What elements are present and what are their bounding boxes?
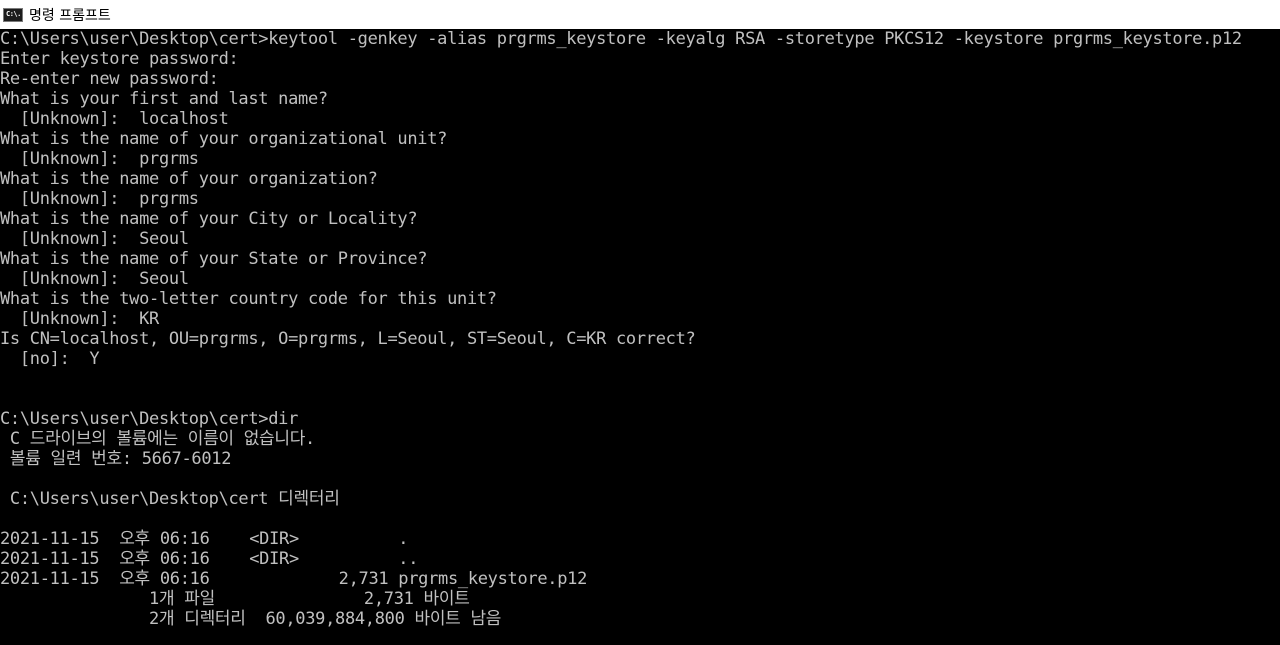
- console-line: What is the name of your organization?: [0, 169, 378, 189]
- console-line: What is the name of your organizational …: [0, 129, 448, 149]
- console-line: C:\Users\user\Desktop\cert>keytool -genk…: [0, 29, 1242, 49]
- console-output[interactable]: C:\Users\user\Desktop\cert>keytool -genk…: [0, 29, 1280, 645]
- console-line: Re-enter new password:: [0, 69, 219, 89]
- console-line: What is the name of your City or Localit…: [0, 209, 418, 229]
- console-line: Enter keystore password:: [0, 49, 239, 69]
- console-line: 2021-11-15 오후 06:16 2,731 prgrms_keystor…: [0, 569, 588, 589]
- console-line: [Unknown]: Seoul: [0, 269, 189, 289]
- console-line: [Unknown]: localhost: [0, 109, 229, 129]
- console-line: 2개 디렉터리 60,039,884,800 바이트 남음: [0, 609, 502, 629]
- console-line: [Unknown]: Seoul: [0, 229, 189, 249]
- console-line: C:\Users\user\Desktop\cert>dir: [0, 409, 299, 429]
- window-title: 명령 프롬프트: [29, 7, 111, 24]
- console-line: What is your first and last name?: [0, 89, 328, 109]
- console-line: C 드라이브의 볼륨에는 이름이 없습니다.: [0, 429, 315, 449]
- console-line: Is CN=localhost, OU=prgrms, O=prgrms, L=…: [0, 329, 696, 349]
- console-line: 볼륨 일련 번호: 5667-6012: [0, 449, 232, 469]
- console-line: 2021-11-15 오후 06:16 <DIR> ..: [0, 549, 419, 569]
- console-line: [no]: Y: [0, 349, 100, 369]
- console-line: [Unknown]: prgrms: [0, 149, 199, 169]
- console-line: [Unknown]: KR: [0, 309, 159, 329]
- console-line: C:\Users\user\Desktop\cert 디렉터리: [0, 489, 340, 509]
- console-line: 2021-11-15 오후 06:16 <DIR> .: [0, 529, 409, 549]
- console-line: 1개 파일 2,731 바이트: [0, 589, 470, 609]
- command-prompt-window: C:\. 명령 프롬프트 C:\Users\user\Desktop\cert>…: [0, 0, 1280, 645]
- command-prompt-icon: C:\.: [3, 7, 23, 22]
- console-line: What is the two-letter country code for …: [0, 289, 497, 309]
- title-bar[interactable]: C:\. 명령 프롬프트: [0, 0, 1280, 29]
- console-line: [Unknown]: prgrms: [0, 189, 199, 209]
- console-line: What is the name of your State or Provin…: [0, 249, 428, 269]
